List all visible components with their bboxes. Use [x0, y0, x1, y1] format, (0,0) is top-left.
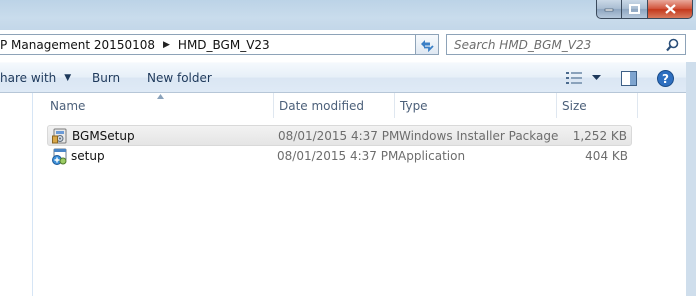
title-bar: [0, 0, 696, 30]
file-size: 1,252 KB: [572, 129, 627, 143]
search-input[interactable]: [454, 37, 654, 52]
navigation-pane[interactable]: [0, 93, 33, 296]
svg-text:?: ?: [662, 72, 669, 86]
file-size: 404 KB: [585, 149, 628, 163]
setup-application-icon: [52, 148, 67, 165]
close-button[interactable]: [648, 0, 693, 19]
sort-ascending-icon: [157, 94, 164, 99]
installer-package-icon: [52, 128, 67, 144]
help-icon: ?: [657, 69, 674, 87]
change-view-button[interactable]: [566, 69, 582, 87]
minimize-button[interactable]: [596, 0, 622, 19]
minimize-icon: [604, 8, 614, 12]
preview-pane-button[interactable]: [621, 69, 637, 87]
maximize-button[interactable]: [622, 0, 648, 19]
burn-label: Burn: [92, 71, 121, 85]
preview-pane-icon: [621, 70, 637, 86]
burn-button[interactable]: Burn: [92, 63, 120, 93]
file-date-modified: 08/01/2015 4:37 PM: [278, 129, 400, 143]
column-header-size[interactable]: Size: [557, 93, 637, 118]
help-button[interactable]: ?: [657, 69, 674, 87]
window-controls: [596, 0, 693, 19]
column-header-name-label: Name: [50, 98, 86, 113]
file-type: Application: [398, 149, 466, 163]
breadcrumb-current[interactable]: HMD_BGM_V23: [178, 38, 270, 52]
close-icon: [664, 4, 676, 14]
file-type: Windows Installer Package: [399, 129, 559, 143]
details-view-icon: [566, 72, 582, 84]
chevron-down-icon: [592, 75, 601, 80]
refresh-icon: [421, 39, 434, 52]
refresh-button[interactable]: [415, 34, 439, 55]
chevron-right-icon[interactable]: ▶: [163, 40, 170, 50]
file-row-setup[interactable]: setup 08/01/2015 4:37 PM Application 404…: [47, 146, 632, 167]
search-icon[interactable]: [666, 38, 679, 52]
file-list: Name Date modified Type Size BGMSetup 08…: [33, 93, 686, 296]
window-frame-edge: [686, 62, 696, 296]
file-name: setup: [71, 149, 105, 163]
file-name: BGMSetup: [72, 129, 135, 143]
column-header-size-label: Size: [562, 98, 587, 113]
chevron-down-icon: ▼: [64, 73, 72, 83]
file-row-bgmsetup[interactable]: BGMSetup 08/01/2015 4:37 PM Windows Inst…: [47, 125, 632, 146]
file-date-modified: 08/01/2015 4:37 PM: [277, 149, 399, 163]
maximize-icon: [629, 4, 640, 14]
command-bar: hare with ▼ Burn New folder ?: [0, 62, 686, 93]
column-header-date-label: Date modified: [279, 98, 365, 113]
address-bar[interactable]: P Management 20150108 ▶ HMD_BGM_V23: [0, 34, 437, 55]
new-folder-label: New folder: [147, 71, 212, 85]
breadcrumb-parent[interactable]: P Management 20150108: [0, 38, 155, 52]
new-folder-button[interactable]: New folder: [147, 63, 212, 93]
share-with-button[interactable]: hare with ▼: [0, 63, 71, 93]
column-header-date-modified[interactable]: Date modified: [274, 93, 394, 118]
share-with-label: hare with: [0, 71, 57, 85]
view-options-dropdown[interactable]: [592, 69, 601, 87]
search-box[interactable]: [446, 34, 686, 55]
column-divider[interactable]: [637, 93, 638, 118]
column-header-type-label: Type: [400, 98, 428, 113]
column-header-type[interactable]: Type: [395, 93, 556, 118]
